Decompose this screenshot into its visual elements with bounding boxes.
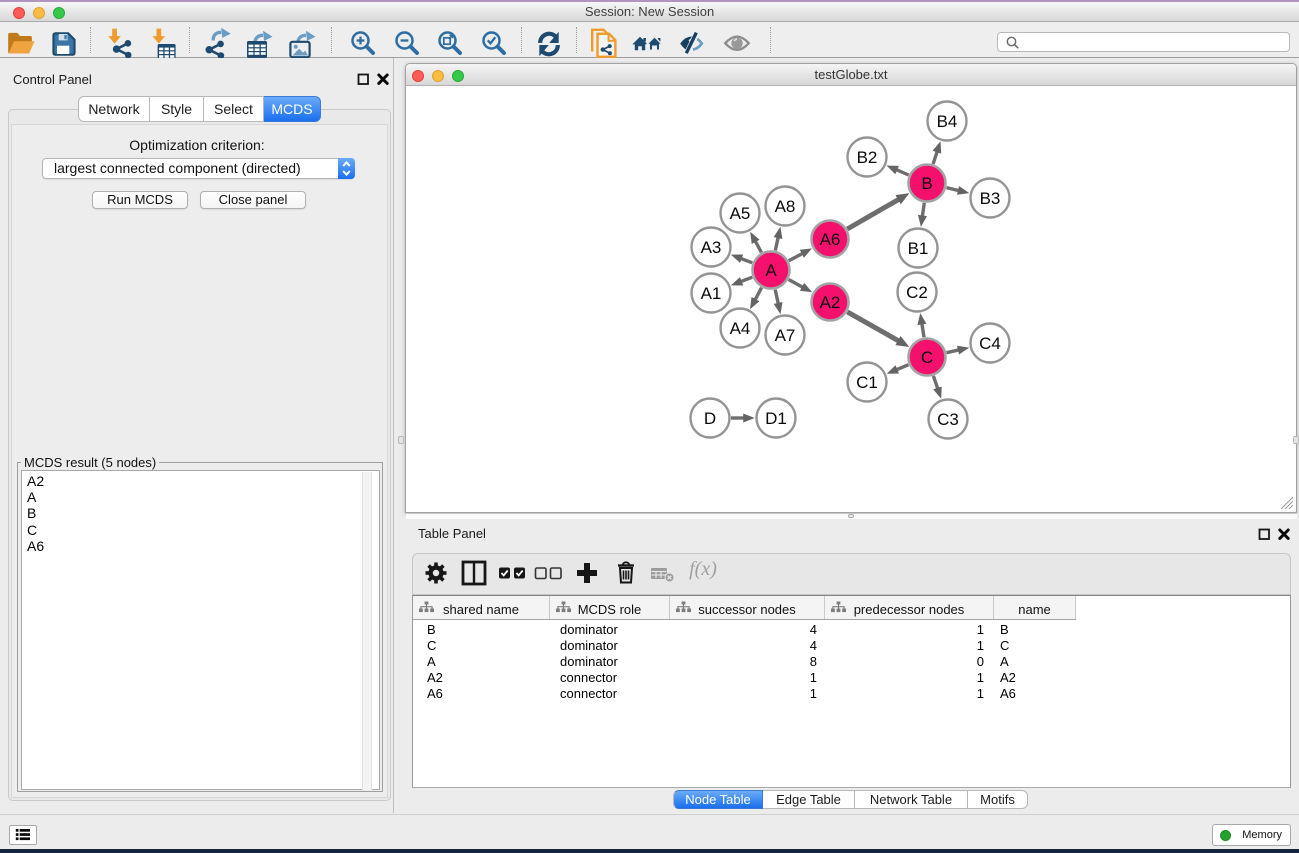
svg-text:B4: B4 [937, 112, 958, 131]
svg-text:C: C [921, 348, 933, 367]
svg-text:D: D [704, 409, 716, 428]
svg-text:C1: C1 [856, 373, 878, 392]
svg-text:D1: D1 [765, 409, 787, 428]
svg-text:A7: A7 [775, 326, 796, 345]
svg-text:B3: B3 [980, 189, 1001, 208]
svg-text:B1: B1 [908, 239, 929, 258]
svg-text:A2: A2 [820, 293, 841, 312]
svg-text:C4: C4 [979, 334, 1001, 353]
svg-text:A3: A3 [701, 238, 722, 257]
svg-text:A6: A6 [820, 230, 841, 249]
svg-text:A1: A1 [701, 284, 722, 303]
svg-text:A8: A8 [775, 197, 796, 216]
svg-text:A: A [766, 261, 778, 280]
svg-text:A5: A5 [730, 204, 751, 223]
svg-text:C2: C2 [906, 283, 928, 302]
svg-text:C3: C3 [937, 410, 959, 429]
svg-text:A4: A4 [730, 319, 751, 338]
svg-text:B: B [922, 174, 933, 193]
svg-text:B2: B2 [857, 148, 878, 167]
